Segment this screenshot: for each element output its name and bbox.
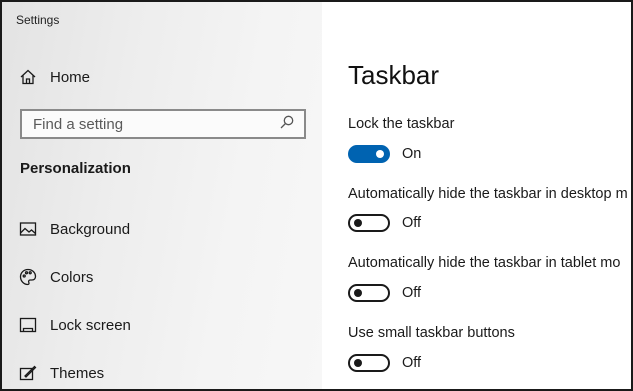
search-box[interactable] xyxy=(20,109,306,139)
autohide-desktop-toggle[interactable] xyxy=(348,214,390,232)
search-icon[interactable] xyxy=(279,114,295,135)
toggle-row-autohide-desktop: Off xyxy=(348,212,421,234)
home-icon xyxy=(18,67,38,87)
sidebar-item-home[interactable]: Home xyxy=(18,63,90,91)
sidebar-item-label: Home xyxy=(50,68,91,86)
toggle-state-label: Off xyxy=(402,355,422,371)
toggle-knob xyxy=(376,150,384,158)
main-content: Taskbar Lock the taskbar On Automaticall… xyxy=(324,2,631,389)
sidebar: Settings Home Personalization xyxy=(2,2,322,389)
page-title: Taskbar xyxy=(348,60,440,90)
palette-icon xyxy=(18,267,38,287)
sidebar-item-label: Lock screen xyxy=(50,316,131,334)
section-title: Personalization xyxy=(20,160,131,177)
small-buttons-toggle[interactable] xyxy=(348,354,390,372)
lock-screen-icon xyxy=(18,315,38,335)
toggle-row-small-buttons: Off xyxy=(348,352,421,374)
setting-label-lock-taskbar: Lock the taskbar xyxy=(348,116,455,132)
lock-taskbar-toggle[interactable] xyxy=(348,145,390,163)
sidebar-item-lock-screen[interactable]: Lock screen xyxy=(18,311,131,339)
toggle-knob xyxy=(354,219,362,227)
toggle-row-lock-taskbar: On xyxy=(348,143,421,165)
window-title: Settings xyxy=(16,13,60,27)
sidebar-item-label: Background xyxy=(50,220,131,238)
sidebar-item-background[interactable]: Background xyxy=(18,215,130,243)
sidebar-item-label: Colors xyxy=(50,268,94,286)
settings-window: Settings Home Personalization xyxy=(0,0,633,391)
toggle-knob xyxy=(354,289,362,297)
sidebar-item-themes[interactable]: Themes xyxy=(18,359,104,387)
sidebar-item-label: Themes xyxy=(50,364,105,382)
toggle-row-autohide-tablet: Off xyxy=(348,282,421,304)
toggle-state-label: On xyxy=(402,146,422,162)
toggle-knob xyxy=(354,359,362,367)
themes-icon xyxy=(18,363,38,383)
search-input[interactable] xyxy=(31,114,279,134)
image-icon xyxy=(18,219,38,239)
setting-label-small-buttons: Use small taskbar buttons xyxy=(348,325,515,341)
sidebar-item-colors[interactable]: Colors xyxy=(18,263,93,291)
toggle-state-label: Off xyxy=(402,285,422,301)
setting-label-autohide-desktop: Automatically hide the taskbar in deskto… xyxy=(348,186,628,202)
setting-label-autohide-tablet: Automatically hide the taskbar in tablet… xyxy=(348,255,621,271)
autohide-tablet-toggle[interactable] xyxy=(348,284,390,302)
toggle-state-label: Off xyxy=(402,215,422,231)
